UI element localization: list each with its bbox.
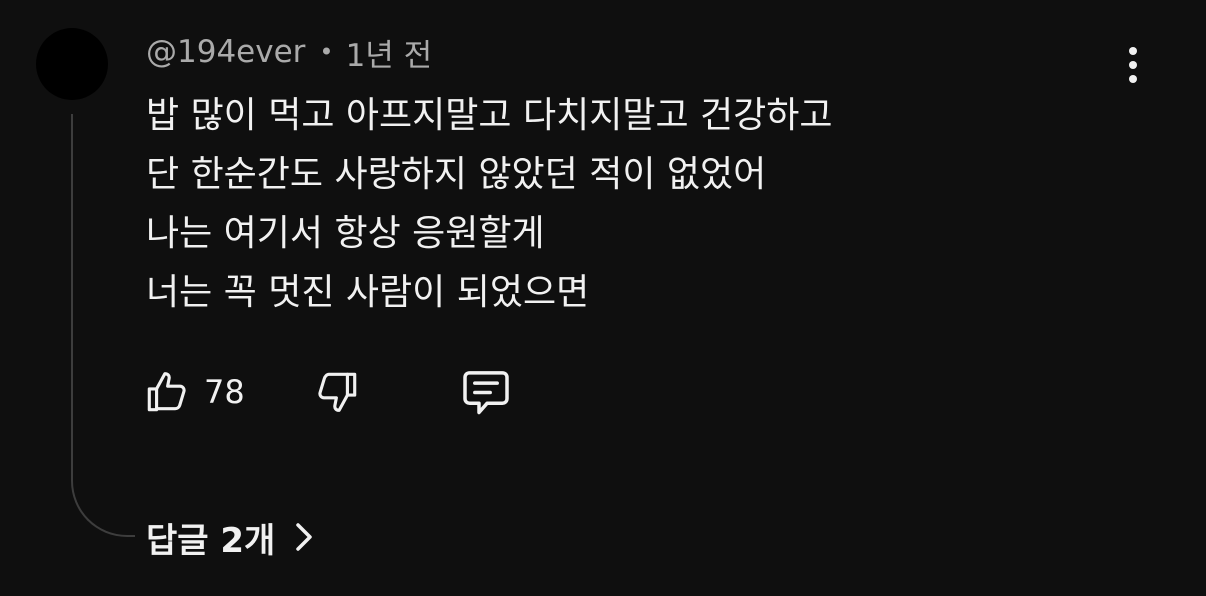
header-separator: • [319, 38, 334, 66]
comment-icon [463, 371, 509, 415]
comment-header: @194ever • 1년 전 [146, 30, 433, 75]
avatar[interactable] [36, 28, 108, 100]
comment-timestamp[interactable]: 1년 전 [346, 30, 433, 75]
like-count: 78 [204, 373, 245, 411]
more-vertical-icon-dot [1129, 61, 1137, 69]
comment-body: 밥 많이 먹고 아프지말고 다치지말고 건강하고 단 한순간도 사랑하지 않았던… [146, 86, 1106, 322]
more-vertical-icon [1129, 47, 1137, 55]
comment-line: 단 한순간도 사랑하지 않았던 적이 없었어 [146, 154, 767, 195]
replies-count-label: 답글 2개 [146, 520, 276, 561]
comment-line: 너는 꼭 멋진 사람이 되었으면 [146, 272, 590, 313]
comment-action-bar: 78 [142, 364, 562, 420]
reply-button[interactable] [458, 364, 514, 420]
chevron-right-icon [293, 520, 315, 554]
comment-line: 밥 많이 먹고 아프지말고 다치지말고 건강하고 [146, 95, 833, 136]
thumbs-down-icon [318, 372, 357, 412]
view-replies-button[interactable]: 답글 2개 [146, 512, 315, 562]
reply-thread-line [71, 114, 135, 537]
dislike-button[interactable] [312, 364, 362, 420]
more-options-button[interactable] [1113, 40, 1153, 90]
comment-line: 나는 여기서 항상 응원할게 [146, 213, 545, 254]
comment-author[interactable]: @194ever [146, 34, 305, 70]
more-vertical-icon-dot [1129, 75, 1137, 83]
thumbs-up-icon [147, 372, 186, 412]
like-button[interactable]: 78 [142, 364, 245, 420]
